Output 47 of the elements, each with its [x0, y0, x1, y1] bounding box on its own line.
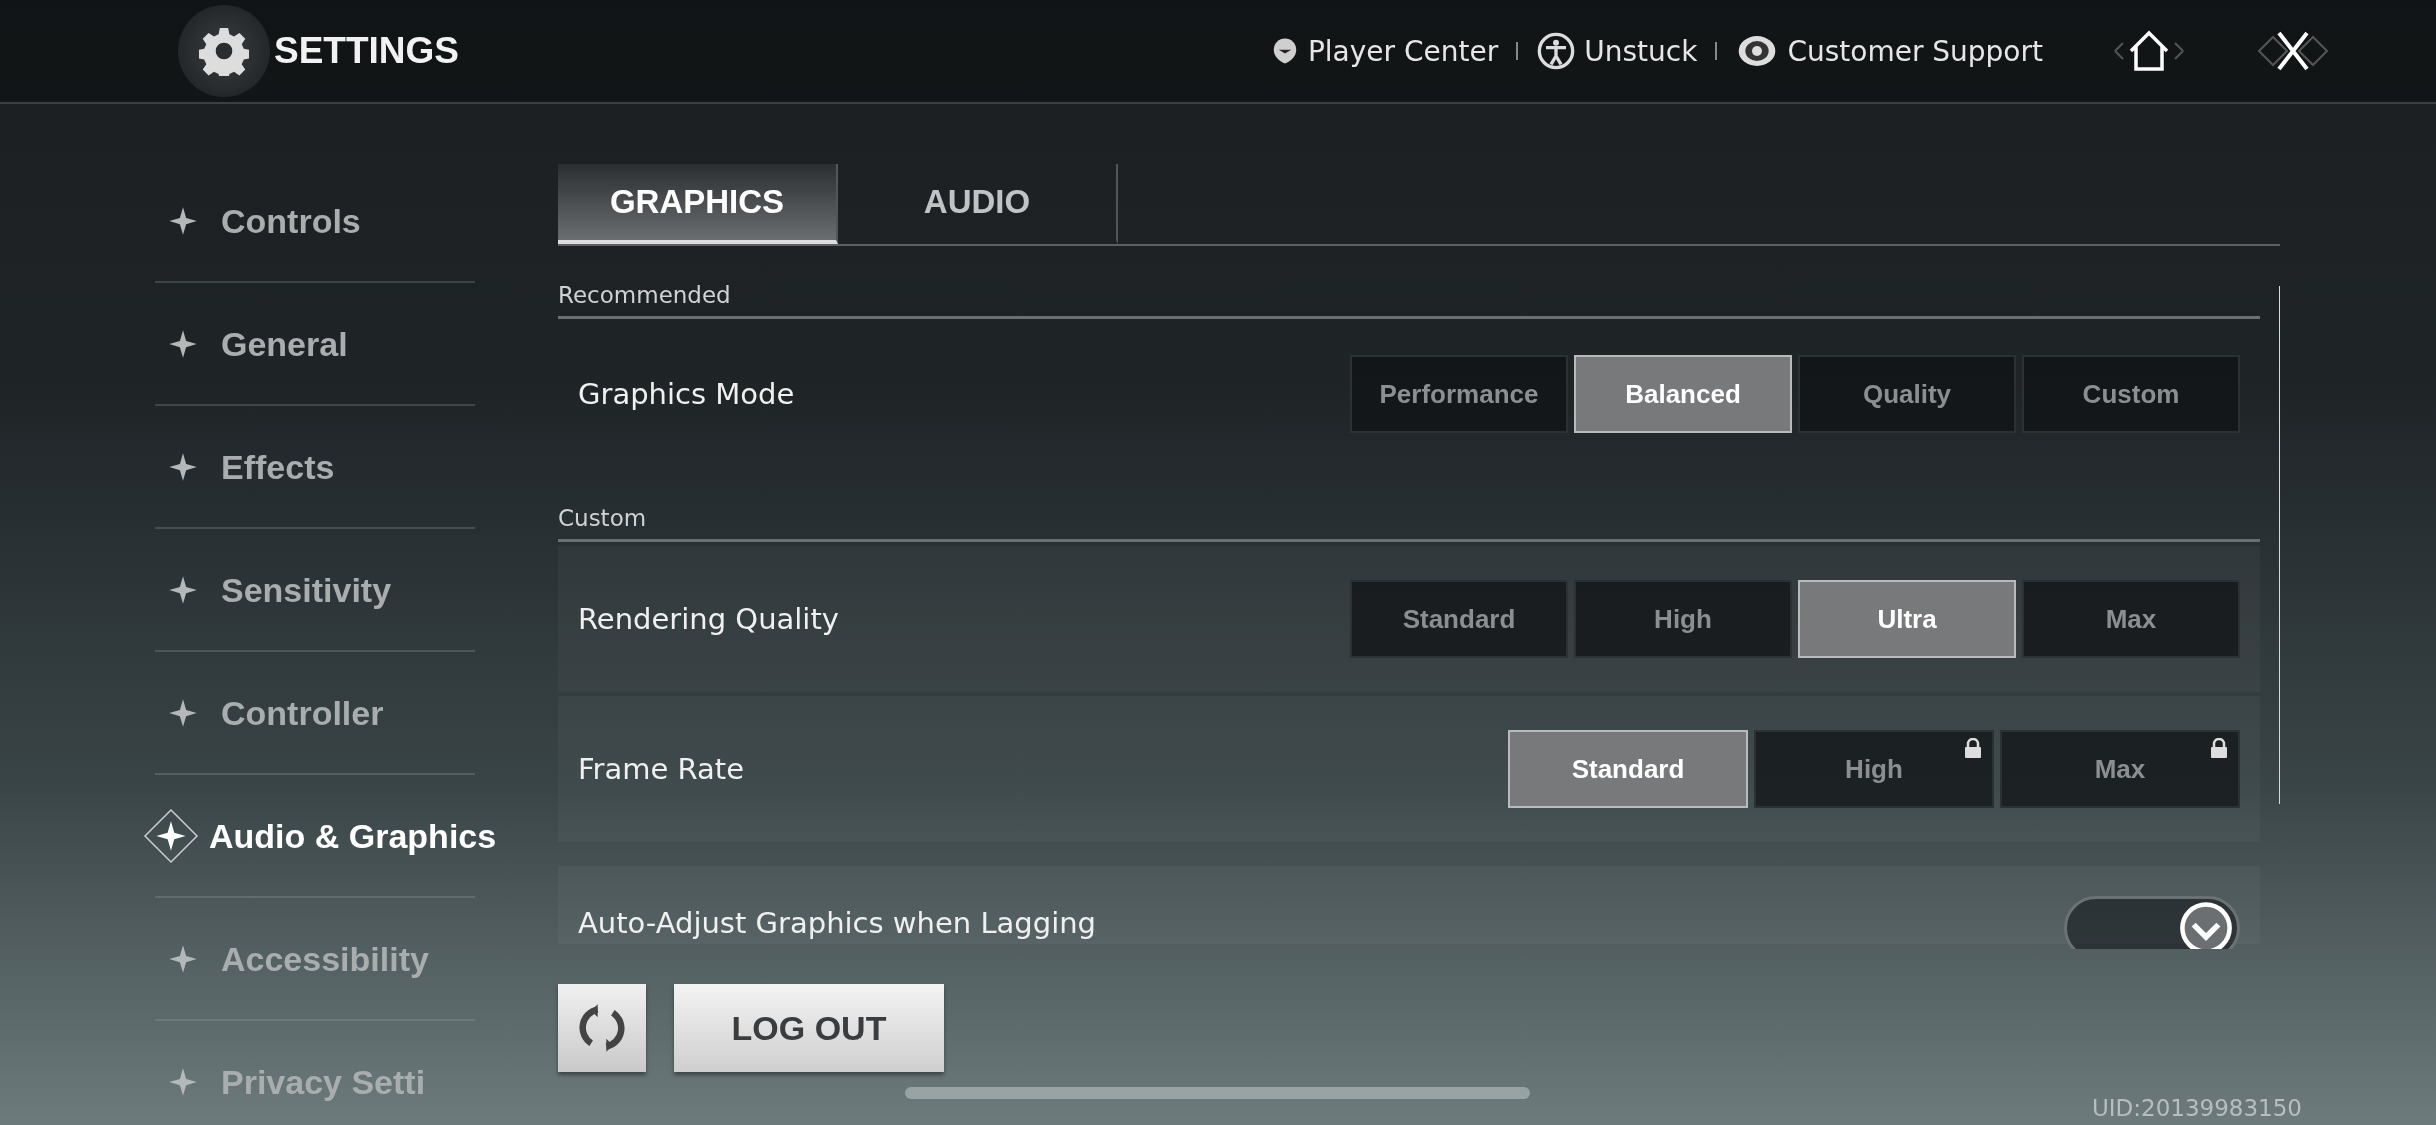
setting-label: Rendering Quality — [578, 602, 839, 636]
option-button[interactable]: High — [1574, 580, 1792, 658]
logout-button[interactable]: LOG OUT — [674, 984, 944, 1072]
sidebar-item[interactable]: General — [155, 304, 475, 384]
person-icon — [1536, 31, 1577, 71]
star-icon — [168, 698, 198, 728]
header-link[interactable]: Customer Support — [1735, 31, 2043, 71]
setting-label: Graphics Mode — [578, 377, 795, 411]
star-icon — [168, 1067, 198, 1097]
section-title: Recommended — [558, 246, 2260, 319]
sidebar-item[interactable]: Audio & Graphics — [143, 796, 497, 876]
section-title: Custom — [558, 469, 2260, 542]
option-button[interactable]: Custom — [2022, 355, 2240, 433]
setting-label: Auto-Adjust Graphics when Lagging — [578, 906, 1096, 940]
option-button[interactable]: Max — [2022, 580, 2240, 658]
tab[interactable]: GRAPHICS — [558, 164, 838, 244]
option-button[interactable]: Quality — [1798, 355, 2016, 433]
sidebar-item[interactable]: Effects — [155, 427, 475, 507]
check-icon — [2179, 901, 2233, 949]
diamond-star-icon — [143, 808, 199, 864]
refresh-icon — [576, 1002, 628, 1054]
option-button[interactable]: Ultra — [1798, 580, 2016, 658]
setting-label: Frame Rate — [578, 752, 745, 786]
tab[interactable]: AUDIO — [838, 164, 1118, 244]
sidebar-item[interactable]: Accessibility — [155, 919, 475, 999]
header-link[interactable]: Player Center — [1269, 34, 1499, 68]
star-icon — [168, 944, 198, 974]
option-button[interactable]: High — [1754, 730, 1994, 808]
option-button[interactable]: Standard — [1350, 580, 1568, 658]
option-button[interactable]: Balanced — [1574, 355, 1792, 433]
star-icon — [168, 575, 198, 605]
header-link[interactable]: Unstuck — [1536, 31, 1698, 71]
star-icon — [168, 452, 198, 482]
toggle-switch[interactable] — [2064, 896, 2240, 949]
refresh-button[interactable] — [558, 984, 646, 1072]
sidebar-item[interactable]: Controller — [155, 673, 475, 753]
page-title: SETTINGS — [274, 30, 460, 72]
uid-label: UID:20139983150 — [2091, 1095, 2302, 1121]
option-button[interactable]: Performance — [1350, 355, 1568, 433]
sidebar-item[interactable]: Controls — [155, 181, 475, 261]
star-icon — [168, 206, 198, 236]
lock-icon — [1964, 738, 1982, 758]
star-icon — [168, 329, 198, 359]
lock-icon — [2210, 738, 2228, 758]
sidebar-item[interactable]: Sensitivity — [155, 550, 475, 630]
option-button[interactable]: Standard — [1508, 730, 1748, 808]
option-button[interactable]: Max — [2000, 730, 2240, 808]
